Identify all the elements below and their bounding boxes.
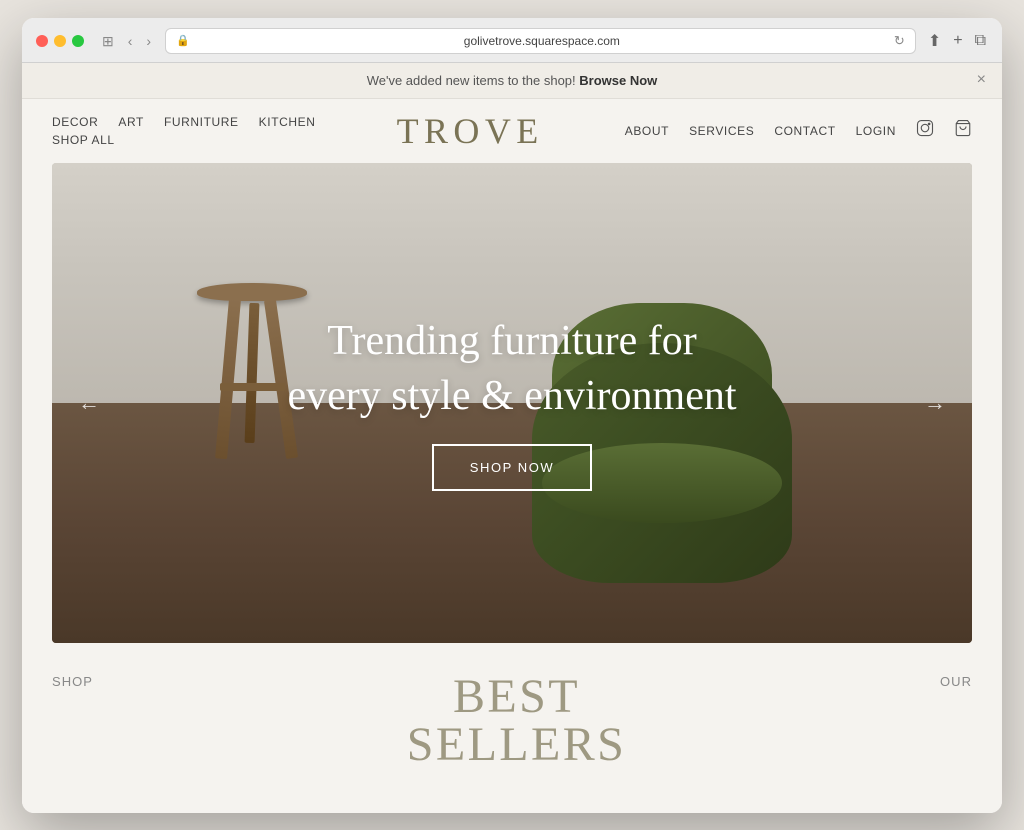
close-announcement-button[interactable]: ×: [977, 71, 986, 89]
forward-button[interactable]: ›: [142, 32, 155, 50]
lock-icon: 🔒: [176, 34, 190, 47]
nav-about[interactable]: ABOUT: [625, 124, 669, 138]
browser-chrome: ⊞ ‹ › 🔒 golivetrove.squarespace.com ↻ ⬆ …: [22, 18, 1002, 63]
hero-tagline: Trending furniture for every style & env…: [287, 314, 736, 423]
nav-decor[interactable]: DECOR: [52, 115, 98, 129]
nav-shop-all[interactable]: SHOP ALL: [52, 133, 115, 147]
close-button[interactable]: [36, 35, 48, 47]
nav-art[interactable]: ART: [118, 115, 144, 129]
hero-section: ← → Trending furniture for every style &…: [52, 163, 972, 643]
address-bar[interactable]: 🔒 golivetrove.squarespace.com ↻: [165, 28, 916, 54]
minimize-button[interactable]: [54, 35, 66, 47]
back-button[interactable]: ‹: [124, 32, 137, 50]
fullscreen-button[interactable]: [72, 35, 84, 47]
nav-contact[interactable]: CONTACT: [774, 124, 835, 138]
bottom-right: OUR: [940, 673, 972, 691]
nav-kitchen[interactable]: KITCHEN: [259, 115, 316, 129]
navigation: DECOR ART FURNITURE KITCHEN SHOP ALL TRO…: [22, 99, 1002, 163]
browse-now-link[interactable]: Browse Now: [579, 73, 657, 88]
shop-now-button[interactable]: SHOP NOW: [432, 444, 592, 491]
url-display: golivetrove.squarespace.com: [196, 34, 888, 48]
nav-login[interactable]: LOGIN: [856, 124, 896, 138]
bottom-right-label: OUR: [940, 674, 972, 689]
refresh-button[interactable]: ↻: [894, 33, 905, 49]
browser-actions: ⬆ + ⧉: [926, 29, 988, 53]
announcement-text: We've added new items to the shop! Brows…: [367, 73, 658, 88]
browser-controls: ⊞ ‹ ›: [98, 32, 155, 50]
bottom-section: SHOP BEST SELLERS OUR: [22, 643, 1002, 769]
new-tab-button[interactable]: +: [951, 30, 964, 52]
nav-services[interactable]: SERVICES: [689, 124, 754, 138]
announcement-bar: We've added new items to the shop! Brows…: [22, 63, 1002, 99]
website-content: We've added new items to the shop! Brows…: [22, 63, 1002, 813]
share-button[interactable]: ⬆: [926, 29, 943, 53]
bottom-center-title: BEST: [407, 673, 627, 721]
cart-icon[interactable]: [954, 119, 972, 142]
nav-left-row-1: DECOR ART FURNITURE KITCHEN: [52, 115, 316, 129]
browser-window: ⊞ ‹ › 🔒 golivetrove.squarespace.com ↻ ⬆ …: [22, 18, 1002, 813]
hero-overlay: Trending furniture for every style & env…: [52, 163, 972, 643]
nav-left: DECOR ART FURNITURE KITCHEN SHOP ALL: [52, 115, 316, 147]
nav-furniture[interactable]: FURNITURE: [164, 115, 239, 129]
duplicate-button[interactable]: ⧉: [973, 30, 988, 52]
traffic-lights: [36, 35, 84, 47]
bottom-center-subtitle: SELLERS: [407, 721, 627, 769]
bottom-left-label: SHOP: [52, 674, 93, 689]
bottom-left: SHOP: [52, 673, 93, 691]
sidebar-toggle-button[interactable]: ⊞: [98, 32, 118, 50]
brand-logo[interactable]: TROVE: [397, 113, 544, 149]
bottom-center: BEST SELLERS: [407, 673, 627, 769]
instagram-icon[interactable]: [916, 119, 934, 142]
nav-center: TROVE: [316, 113, 625, 149]
nav-left-row-2: SHOP ALL: [52, 133, 316, 147]
nav-right: ABOUT SERVICES CONTACT LOGIN: [625, 119, 972, 142]
